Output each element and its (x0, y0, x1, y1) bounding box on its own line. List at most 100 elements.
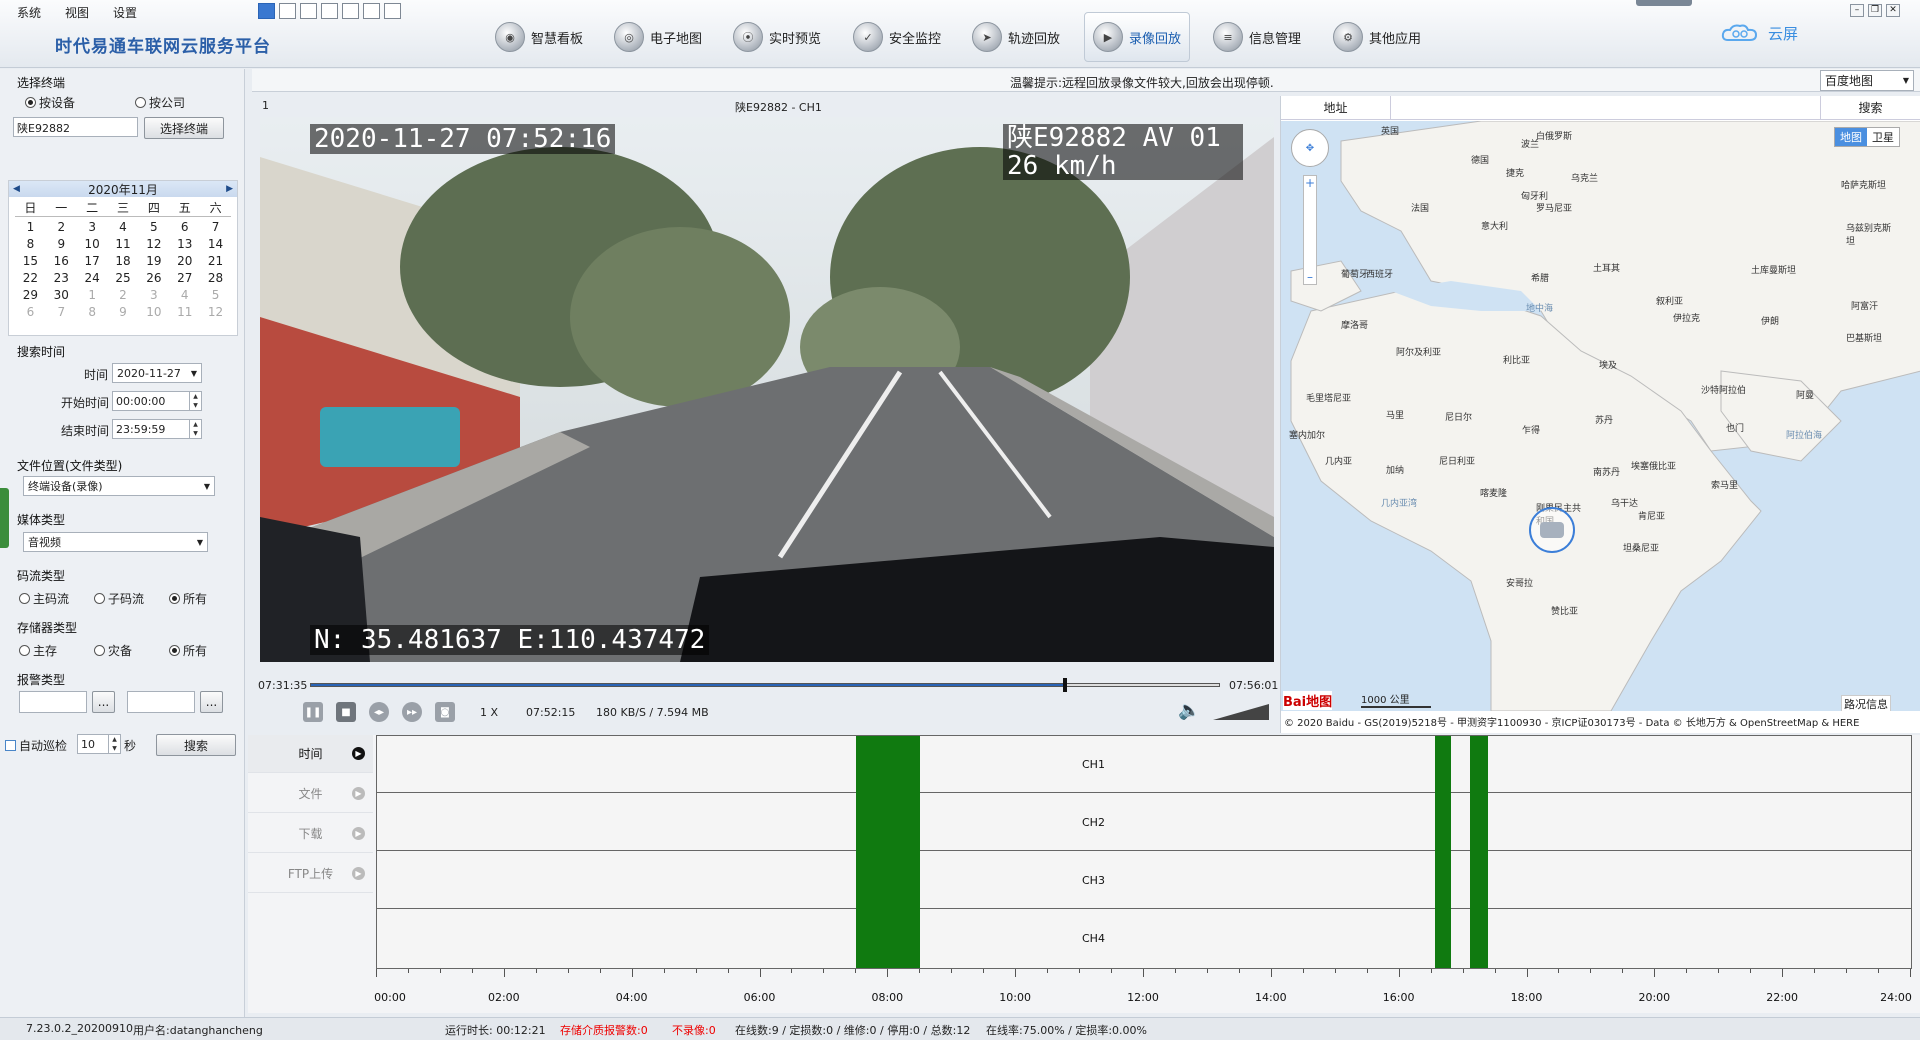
stop-button[interactable]: ■ (336, 702, 356, 722)
calendar-day[interactable]: 16 (46, 254, 77, 268)
auto-patrol-checkbox[interactable]: 自动巡检 (5, 737, 67, 754)
search-button[interactable]: 搜索 (156, 734, 236, 756)
layout-2-icon[interactable] (279, 3, 296, 19)
channel-row[interactable]: CH4 (377, 910, 1911, 967)
calendar-day[interactable]: 11 (169, 305, 200, 319)
calendar-day[interactable]: 8 (77, 305, 108, 319)
channel-row[interactable]: CH3 (377, 852, 1911, 909)
radio-sub-stream[interactable]: 子码流 (94, 590, 144, 607)
nav-security[interactable]: ✓ 安全监控 (845, 12, 949, 62)
calendar-day[interactable]: 9 (108, 305, 139, 319)
terminal-input[interactable]: 陕E92882 (13, 117, 138, 137)
calendar-day[interactable]: 20 (169, 254, 200, 268)
calendar-day[interactable]: 3 (138, 288, 169, 302)
restore-button[interactable]: ❐ (1868, 4, 1882, 17)
snapshot-button[interactable]: ◙ (435, 702, 455, 722)
radio-backup-storage[interactable]: 灾备 (94, 642, 132, 659)
calendar-day[interactable]: 19 (138, 254, 169, 268)
menu-view[interactable]: 视图 (65, 4, 89, 21)
recording-segment[interactable] (856, 736, 921, 968)
alarm-type-input-1[interactable] (19, 691, 87, 713)
recording-timeline[interactable]: CH1 CH2 CH3 CH4 (376, 735, 1912, 969)
channel-row[interactable]: CH2 (377, 794, 1911, 851)
map-pan-control[interactable]: ✥ (1291, 129, 1329, 167)
collapse-handle[interactable] (0, 488, 9, 548)
close-button[interactable]: ✕ (1886, 4, 1900, 17)
calendar-day[interactable]: 27 (169, 271, 200, 285)
start-time-stepper[interactable]: 00:00:00 ▲ ▼ (112, 391, 202, 411)
alarm-browse-button-1[interactable]: ... (92, 691, 115, 713)
calendar-day[interactable]: 8 (15, 237, 46, 251)
drop-tab[interactable] (1636, 0, 1692, 6)
calendar-day[interactable]: 4 (169, 288, 200, 302)
calendar-day[interactable]: 26 (138, 271, 169, 285)
address-input[interactable] (1391, 96, 1820, 119)
calendar-day[interactable]: 1 (77, 288, 108, 302)
vehicle-marker[interactable] (1529, 507, 1575, 553)
map-canvas[interactable]: 英国 白俄罗斯 德国 波兰 捷克 乌克兰 法国 匈牙利 罗马尼亚 哈萨克斯坦 意… (1281, 121, 1920, 711)
menu-settings[interactable]: 设置 (113, 4, 137, 21)
calendar-day[interactable]: 28 (200, 271, 231, 285)
tab-ftp-upload[interactable]: FTP上传 ▶ (248, 855, 373, 893)
calendar-day[interactable]: 7 (200, 220, 231, 234)
calendar-day[interactable]: 6 (169, 220, 200, 234)
nav-info[interactable]: ≡ 信息管理 (1205, 12, 1309, 62)
recording-segment[interactable] (1469, 736, 1488, 968)
tab-time[interactable]: 时间 ▶ (248, 735, 373, 773)
nav-track[interactable]: ➤ 轨迹回放 (964, 12, 1068, 62)
calendar-day[interactable]: 1 (15, 220, 46, 234)
alarm-type-input-2[interactable] (127, 691, 195, 713)
layout-6-icon[interactable] (321, 3, 338, 19)
calendar-day[interactable]: 2 (108, 288, 139, 302)
calendar-day[interactable]: 30 (46, 288, 77, 302)
spin-arrows-icon[interactable]: ▲ ▼ (189, 420, 201, 438)
end-time-stepper[interactable]: 23:59:59 ▲ ▼ (112, 419, 202, 439)
nav-live[interactable]: ⦿ 实时预览 (725, 12, 829, 62)
calendar-day[interactable]: 17 (77, 254, 108, 268)
calendar-day[interactable]: 25 (108, 271, 139, 285)
calendar-day[interactable]: 10 (138, 305, 169, 319)
progress-bar[interactable] (310, 678, 1220, 692)
calendar-day[interactable]: 6 (15, 305, 46, 319)
zoom-slider[interactable]: + – (1303, 175, 1317, 285)
calendar-day[interactable]: 12 (200, 305, 231, 319)
map-provider-select[interactable]: 百度地图 ▼ (1820, 70, 1914, 91)
volume-icon[interactable]: 🔈 (1178, 700, 1200, 721)
layout-8-icon[interactable] (342, 3, 359, 19)
spin-arrows-icon[interactable]: ▲ ▼ (189, 392, 201, 410)
zoom-in-icon[interactable]: + (1304, 176, 1316, 190)
prev-month-icon[interactable]: ◀ (13, 184, 20, 194)
radio-by-device[interactable]: 按设备 (25, 94, 75, 111)
file-location-select[interactable]: 终端设备(录像) ▼ (23, 476, 215, 496)
calendar-day[interactable]: 2 (46, 220, 77, 234)
calendar-day[interactable]: 10 (77, 237, 108, 251)
tab-download[interactable]: 下载 ▶ (248, 815, 373, 853)
calendar-day[interactable]: 3 (77, 220, 108, 234)
video-player[interactable]: 2020-11-27 07:52:16 陕E92882 AV 01 26 km/h… (260, 117, 1274, 662)
calendar-day[interactable]: 7 (46, 305, 77, 319)
minimize-button[interactable]: – (1850, 4, 1864, 17)
next-month-icon[interactable]: ▶ (226, 184, 233, 194)
calendar-day[interactable]: 12 (138, 237, 169, 251)
calendar-day[interactable]: 29 (15, 288, 46, 302)
nav-map[interactable]: ◎ 电子地图 (606, 12, 710, 62)
radio-by-company[interactable]: 按公司 (135, 94, 185, 111)
pause-button[interactable]: ❚❚ (303, 702, 323, 722)
select-terminal-button[interactable]: 选择终端 (144, 117, 224, 139)
volume-slider[interactable] (1213, 704, 1269, 720)
recording-segment[interactable] (1434, 736, 1451, 968)
calendar-day[interactable]: 9 (46, 237, 77, 251)
date-picker[interactable]: 2020-11-27 ▼ (112, 363, 202, 383)
nav-dashboard[interactable]: ◉ 智慧看板 (487, 12, 591, 62)
calendar-day[interactable]: 15 (15, 254, 46, 268)
calendar-day[interactable]: 14 (200, 237, 231, 251)
radio-all-streams[interactable]: 所有 (169, 590, 207, 607)
nav-other[interactable]: ⚙ 其他应用 (1325, 12, 1429, 62)
calendar-day[interactable]: 5 (200, 288, 231, 302)
calendar-day[interactable]: 23 (46, 271, 77, 285)
radio-main-stream[interactable]: 主码流 (19, 590, 69, 607)
fast-button[interactable]: ▸▸ (402, 702, 422, 722)
traffic-button[interactable]: 路况信息 (1841, 695, 1891, 711)
layout-1-icon[interactable] (258, 3, 275, 19)
radio-primary-storage[interactable]: 主存 (19, 642, 57, 659)
